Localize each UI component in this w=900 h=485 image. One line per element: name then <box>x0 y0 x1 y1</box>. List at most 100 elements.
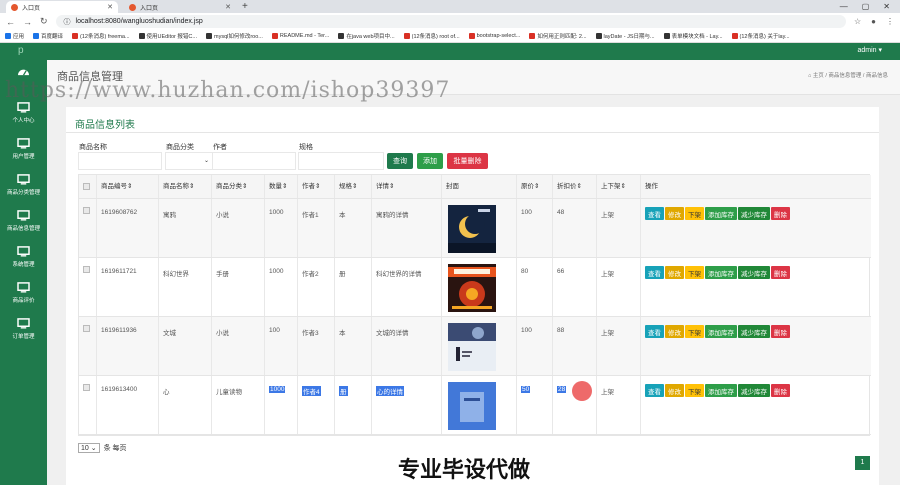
header-cell[interactable]: 作者⇕ <box>298 175 335 198</box>
pagination: 10 ⌄ 条 每页 <box>78 443 127 453</box>
reload-icon[interactable]: ↻ <box>40 16 48 27</box>
cell-text: 28 <box>557 386 567 393</box>
view-button[interactable]: 查看 <box>645 384 664 397</box>
maximize-icon[interactable]: ▢ <box>862 1 870 13</box>
back-icon[interactable]: ← <box>6 17 15 27</box>
minimize-icon[interactable]: — <box>840 1 848 13</box>
monitor-icon <box>17 246 30 257</box>
author-input[interactable] <box>212 152 296 170</box>
sidebar-item-system[interactable]: 系统管理 <box>0 246 47 268</box>
header-cell[interactable]: 折扣价⇕ <box>553 175 597 198</box>
add-stock-button[interactable]: 添加库存 <box>705 384 737 397</box>
bookmark-icon <box>529 33 536 39</box>
row-checkbox[interactable] <box>83 325 90 332</box>
reduce-stock-button[interactable]: 减少库存 <box>738 325 770 338</box>
bookmark-item[interactable]: layDate - JS日期与... <box>595 32 655 40</box>
cell-author: 作者1 <box>298 199 335 257</box>
sidebar-item-reviews[interactable]: 商品评价 <box>0 282 47 304</box>
close-icon[interactable]: ✕ <box>225 3 231 11</box>
view-button[interactable]: 查看 <box>645 266 664 279</box>
reduce-stock-button[interactable]: 减少库存 <box>738 384 770 397</box>
delete-button[interactable]: 删除 <box>771 325 790 338</box>
star-icon[interactable]: ☆ <box>854 17 861 26</box>
url-field[interactable]: ⓘ localhost:8080/wangluoshudian/index.js… <box>55 15 846 28</box>
sidebar-item-orders[interactable]: 订单管理 <box>0 318 47 340</box>
reduce-stock-button[interactable]: 减少库存 <box>738 266 770 279</box>
bookmark-item[interactable]: 在java web项目中... <box>338 32 395 40</box>
forward-icon[interactable]: → <box>23 17 32 27</box>
unlist-button[interactable]: 下架 <box>685 266 704 279</box>
header-cell[interactable]: 商品名称⇕ <box>159 175 212 198</box>
page-number-button[interactable]: 1 <box>855 456 870 470</box>
header-cell[interactable]: 数量⇕ <box>265 175 298 198</box>
query-button[interactable]: 查询 <box>387 153 413 169</box>
breadcrumb[interactable]: ⌂ 主页 / 商品信息管理 / 商品信息 <box>808 71 888 79</box>
edit-button[interactable]: 修改 <box>665 384 684 397</box>
header-cell[interactable]: 上下架⇕ <box>597 175 641 198</box>
view-button[interactable]: 查看 <box>645 207 664 220</box>
author-label: 作者 <box>213 144 227 151</box>
bookmark-item[interactable]: 如何用正则匹配: 2... <box>529 32 587 40</box>
header-cell[interactable]: 详情⇕ <box>372 175 442 198</box>
row-checkbox[interactable] <box>83 207 90 214</box>
header-cell[interactable]: 商品编号⇕ <box>97 175 159 198</box>
bookmark-item[interactable]: mysql如何修改roo... <box>205 32 263 40</box>
cell-spec: 本 <box>335 317 372 375</box>
admin-menu[interactable]: admin ▾ <box>857 46 882 54</box>
spec-input[interactable] <box>298 152 384 170</box>
add-stock-button[interactable]: 添加库存 <box>705 325 737 338</box>
bookmark-item[interactable]: (12条消息) 关于lay... <box>731 32 790 40</box>
header-cell[interactable]: 原价⇕ <box>517 175 553 198</box>
add-stock-button[interactable]: 添加库存 <box>705 266 737 279</box>
bookmark-icon <box>33 33 40 39</box>
delete-button[interactable]: 删除 <box>771 207 790 220</box>
info-icon[interactable]: ⓘ <box>64 17 71 27</box>
row-checkbox[interactable] <box>83 266 90 273</box>
product-name-input[interactable] <box>78 152 162 170</box>
row-actions: 查看 修改 下架 添加库存 减少库存 删除 <box>645 266 790 279</box>
cell-text: 作者2 <box>302 271 319 278</box>
page-size-select[interactable]: 10 ⌄ <box>78 443 100 453</box>
bookmark-item[interactable]: (12条消息) freema... <box>72 32 130 40</box>
edit-button[interactable]: 修改 <box>665 266 684 279</box>
edit-button[interactable]: 修改 <box>665 325 684 338</box>
edit-button[interactable]: 修改 <box>665 207 684 220</box>
close-window-icon[interactable]: ✕ <box>883 1 890 13</box>
bookmark-item[interactable]: (12条消息) root of... <box>403 32 460 40</box>
view-button[interactable]: 查看 <box>645 325 664 338</box>
cell-category: 小说 <box>212 199 265 257</box>
sidebar-item-categories[interactable]: 商品分类管理 <box>0 174 47 196</box>
delete-button[interactable]: 删除 <box>771 266 790 279</box>
sidebar-item-users[interactable]: 用户管理 <box>0 138 47 160</box>
menu-icon[interactable]: ⋮ <box>886 17 894 26</box>
add-button[interactable]: 添加 <box>417 153 443 169</box>
cell-text: 1619611721 <box>101 268 137 275</box>
add-stock-button[interactable]: 添加库存 <box>705 207 737 220</box>
cell-qty: 1000 <box>265 376 298 434</box>
close-icon[interactable]: ✕ <box>107 3 113 11</box>
new-tab-icon[interactable]: + <box>242 1 248 13</box>
bookmark-item[interactable]: 百度翻译 <box>33 32 63 40</box>
bookmark-item[interactable]: 表单模块文档 - Lay... <box>663 32 723 40</box>
unlist-button[interactable]: 下架 <box>685 207 704 220</box>
bookmark-item[interactable]: 使用UEditor 报错C... <box>138 32 197 40</box>
sidebar-item-personal[interactable]: 个人中心 <box>0 102 47 124</box>
row-checkbox[interactable] <box>83 384 90 391</box>
unlist-button[interactable]: 下架 <box>685 384 704 397</box>
select-all-checkbox[interactable] <box>83 183 90 190</box>
browser-tab-2[interactable]: 入口页 ✕ <box>124 1 236 13</box>
bookmark-item[interactable]: 应用 <box>5 32 24 40</box>
unlist-button[interactable]: 下架 <box>685 325 704 338</box>
reduce-stock-button[interactable]: 减少库存 <box>738 207 770 220</box>
cell-spec: 册 <box>335 376 372 434</box>
browser-tab-1[interactable]: 入口页 ✕ <box>6 1 118 13</box>
sidebar-item-products[interactable]: 商品信息管理 <box>0 210 47 232</box>
batch-delete-button[interactable]: 批量删除 <box>447 153 488 169</box>
bookmark-item[interactable]: bootstrap-select... <box>468 33 520 39</box>
header-cell[interactable]: 商品分类⇕ <box>212 175 265 198</box>
delete-button[interactable]: 删除 <box>771 384 790 397</box>
cell-text: 1619608762 <box>101 209 138 216</box>
header-cell[interactable]: 规格⇕ <box>335 175 372 198</box>
profile-icon[interactable]: ● <box>871 17 876 26</box>
bookmark-item[interactable]: README.md - Ter... <box>271 33 329 39</box>
